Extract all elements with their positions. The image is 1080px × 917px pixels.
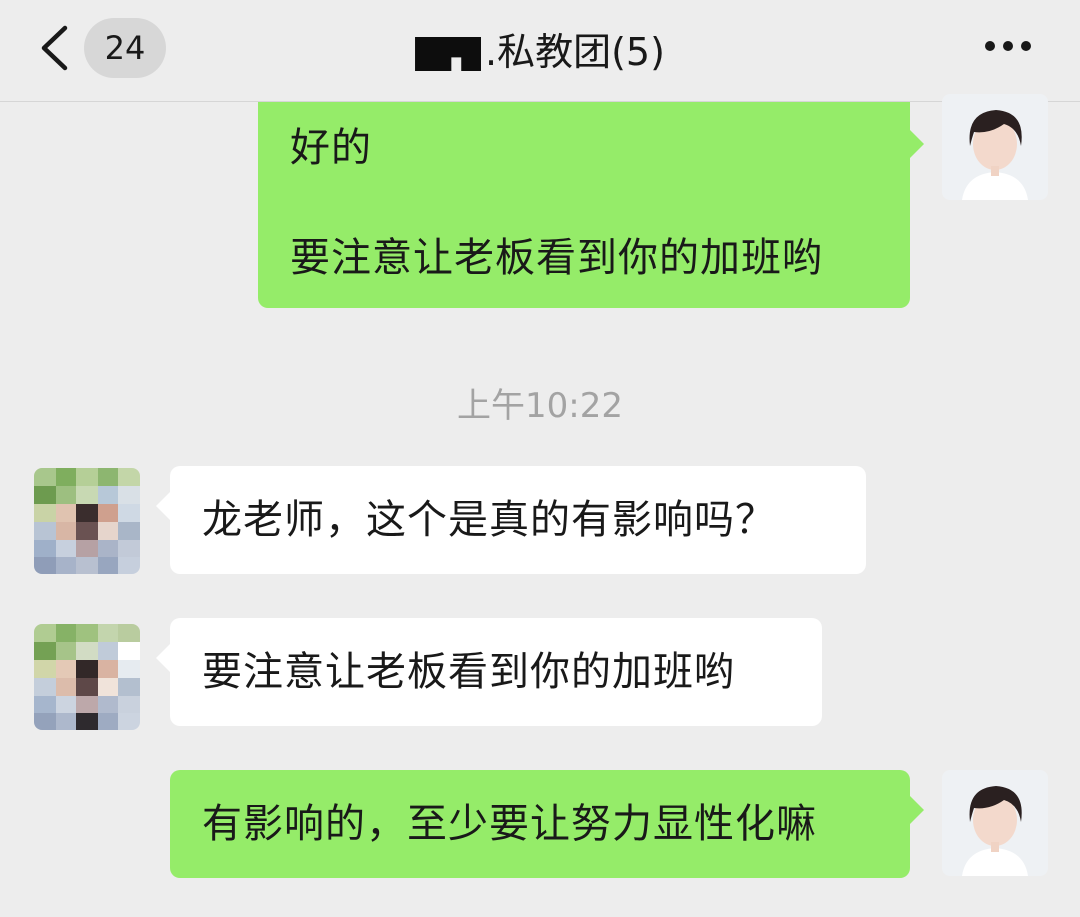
message-text: 好的 [290, 125, 372, 171]
chat-header: 24 .私教团(5) [0, 0, 1080, 102]
message-timestamp: 上午10:22 [457, 386, 623, 426]
message-text: 要注意让老板看到你的加班哟 [202, 649, 735, 695]
more-options-button[interactable] [980, 26, 1036, 66]
message-bubble-outgoing[interactable]: 有影响的，至少要让努力显性化嘛 [170, 770, 924, 878]
chat-title: .私教团(5) [0, 18, 1080, 78]
message-text: 龙老师，这个是真的有影响吗？ [202, 497, 776, 543]
contact-avatar[interactable] [34, 624, 140, 730]
message-text: 要注意让老板看到你的加班哟 [290, 235, 823, 281]
user-avatar[interactable] [942, 770, 1048, 876]
user-avatar[interactable] [942, 94, 1048, 200]
message-bubble-outgoing[interactable]: 好的 要注意让老板看到你的加班哟 [258, 102, 924, 308]
message-text: 有影响的，至少要让努力显性化嘛 [202, 801, 817, 847]
message-bubble-incoming[interactable]: 要注意让老板看到你的加班哟 [156, 618, 822, 726]
group-name: .私教团(5) [485, 29, 665, 74]
more-dots-icon [984, 37, 1032, 56]
contact-avatar[interactable] [34, 468, 140, 574]
redacted-name-block [415, 37, 482, 71]
message-bubble-incoming[interactable]: 龙老师，这个是真的有影响吗？ [156, 466, 866, 574]
